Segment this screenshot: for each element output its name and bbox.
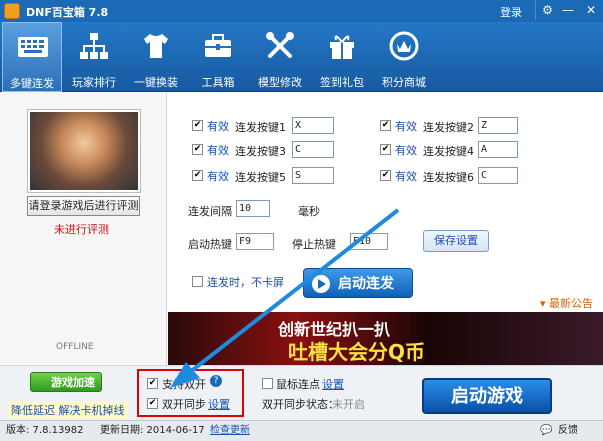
evaluation-status: 未进行评测 <box>54 223 109 236</box>
tab-label: 签到礼包 <box>320 76 364 89</box>
dual-support-label: 支持双开 <box>162 378 206 391</box>
dual-sync-label: 双开同步 <box>162 398 206 411</box>
hierarchy-icon <box>80 33 108 59</box>
game-accelerate-button[interactable]: 游戏加速 <box>30 372 102 392</box>
key2-enabled-label: 有效 <box>395 120 417 133</box>
dual-status-value: 未开启 <box>332 398 365 411</box>
tab-label: 玩家排行 <box>72 76 116 89</box>
tab-toolbox[interactable]: 工具箱 <box>188 22 248 92</box>
tab-model-modify[interactable]: 模型修改 <box>250 22 310 92</box>
tab-one-key-outfit[interactable]: 一键换装 <box>126 22 186 92</box>
check-update-link[interactable]: 检查更新 <box>210 421 250 441</box>
title-bar: DNF百宝箱 7.8 登录 ⚙ — ✕ <box>0 0 603 22</box>
version-text: 版本: 7.8.13982 <box>6 425 84 436</box>
lag-fix-link[interactable]: 降低延迟 解决卡机掉线 <box>8 401 128 419</box>
save-settings-button[interactable]: 保存设置 <box>423 230 489 252</box>
tab-label: 一键换装 <box>134 76 178 89</box>
dual-sync-settings-link[interactable]: 设置 <box>208 396 230 412</box>
login-evaluate-button[interactable]: 请登录游戏后进行评测 <box>27 196 140 216</box>
status-bar: 版本: 7.8.13982 更新日期: 2014-06-17 检查更新 💬 反馈 <box>0 420 603 441</box>
start-combo-button[interactable]: 启动连发 <box>303 268 413 298</box>
feedback-link[interactable]: 反馈 <box>558 421 578 441</box>
update-date-text: 更新日期: 2014-06-17 <box>100 425 205 436</box>
key1-enabled-label: 有效 <box>207 120 229 133</box>
help-icon[interactable]: ? <box>210 375 222 387</box>
play-icon <box>312 275 330 293</box>
no-lag-checkbox[interactable] <box>192 276 203 287</box>
mouse-click-settings-link[interactable]: 设置 <box>322 376 344 392</box>
feedback-icon[interactable]: 💬 <box>540 421 552 441</box>
key3-input[interactable]: C <box>292 141 334 158</box>
tab-label: 工具箱 <box>201 76 235 89</box>
key2-enabled-checkbox[interactable]: ✔ <box>380 120 391 131</box>
launch-game-button[interactable]: 启动游戏 <box>422 378 552 414</box>
banner-line2: 吐槽大会分Q币 <box>288 340 426 364</box>
wrench-icon <box>266 32 294 58</box>
interval-label: 连发间隔 <box>188 205 232 218</box>
key3-enabled-checkbox[interactable]: ✔ <box>192 144 203 155</box>
dual-sync-checkbox[interactable]: ✔ <box>147 398 158 409</box>
key1-input[interactable]: X <box>292 117 334 134</box>
tab-player-rank[interactable]: 玩家排行 <box>64 22 124 92</box>
key4-input[interactable]: A <box>478 141 518 158</box>
start-hotkey-label: 启动热键 <box>188 238 232 251</box>
stop-hotkey-input[interactable]: F10 <box>350 233 388 250</box>
key-settings-panel: ✔ 有效 连发按键1 X ✔ 有效 连发按键2 Z ✔ 有效 连发按键3 C ✔… <box>168 92 603 312</box>
tab-multi-key[interactable]: 多键连发 <box>2 22 62 92</box>
main-toolbar: 多键连发 玩家排行 一键换装 工具箱 模型修改 签到礼包 积分商城 <box>0 22 603 92</box>
promo-banner[interactable]: 创新世纪扒一扒 吐槽大会分Q币 <box>168 312 603 365</box>
tab-sign-in-gift[interactable]: 签到礼包 <box>312 22 372 92</box>
key1-label: 连发按键1 <box>235 121 286 134</box>
character-panel: 请登录游戏后进行评测 未进行评测 OFFLINE <box>0 92 167 365</box>
mouse-click-checkbox[interactable] <box>262 378 273 389</box>
key4-enabled-label: 有效 <box>395 144 417 157</box>
key6-label: 连发按键6 <box>423 171 474 184</box>
key5-label: 连发按键5 <box>235 171 286 184</box>
close-button[interactable]: ✕ <box>579 0 603 20</box>
dual-support-checkbox[interactable]: ✔ <box>147 378 158 389</box>
key5-enabled-checkbox[interactable]: ✔ <box>192 170 203 181</box>
dual-status-label: 双开同步状态： <box>262 398 339 411</box>
mouse-click-label: 鼠标连点 <box>276 378 320 391</box>
key1-enabled-checkbox[interactable]: ✔ <box>192 120 203 131</box>
start-combo-label: 启动连发 <box>338 276 394 292</box>
tab-label: 积分商城 <box>382 76 426 89</box>
character-portrait <box>28 110 140 192</box>
gift-icon <box>330 35 354 59</box>
key6-enabled-checkbox[interactable]: ✔ <box>380 170 391 181</box>
key3-label: 连发按键3 <box>235 145 286 158</box>
bottom-bar: 游戏加速 降低延迟 解决卡机掉线 ✔ 支持双开 ? ✔ 双开同步 设置 鼠标连点… <box>0 365 603 420</box>
minimize-button[interactable]: — <box>556 0 580 20</box>
no-lag-label: 连发时，不卡屏 <box>207 276 284 289</box>
shirt-icon <box>144 34 168 58</box>
latest-news-link[interactable]: ▾ 最新公告 <box>540 295 593 311</box>
toolbox-icon <box>205 34 231 57</box>
login-link[interactable]: 登录 <box>500 4 522 20</box>
key2-label: 连发按键2 <box>423 121 474 134</box>
key6-enabled-label: 有效 <box>395 170 417 183</box>
tab-points-mall[interactable]: 积分商城 <box>374 22 434 92</box>
key6-input[interactable]: C <box>478 167 518 184</box>
tab-label: 模型修改 <box>258 76 302 89</box>
key5-enabled-label: 有效 <box>207 170 229 183</box>
app-logo-icon <box>4 3 20 19</box>
interval-input[interactable]: 10 <box>236 200 270 217</box>
offline-badge: OFFLINE <box>56 342 94 352</box>
key5-input[interactable]: S <box>292 167 334 184</box>
key2-input[interactable]: Z <box>478 117 518 134</box>
shop-icon <box>389 31 419 61</box>
key4-label: 连发按键4 <box>423 145 474 158</box>
tab-label: 多键连发 <box>10 77 54 90</box>
key4-enabled-checkbox[interactable]: ✔ <box>380 144 391 155</box>
interval-unit: 毫秒 <box>298 205 320 218</box>
key3-enabled-label: 有效 <box>207 144 229 157</box>
start-hotkey-input[interactable]: F9 <box>236 233 274 250</box>
latest-news-label: 最新公告 <box>549 297 594 310</box>
app-title: DNF百宝箱 7.8 <box>26 6 109 19</box>
stop-hotkey-label: 停止热键 <box>292 238 336 251</box>
keyboard-icon <box>18 37 48 57</box>
